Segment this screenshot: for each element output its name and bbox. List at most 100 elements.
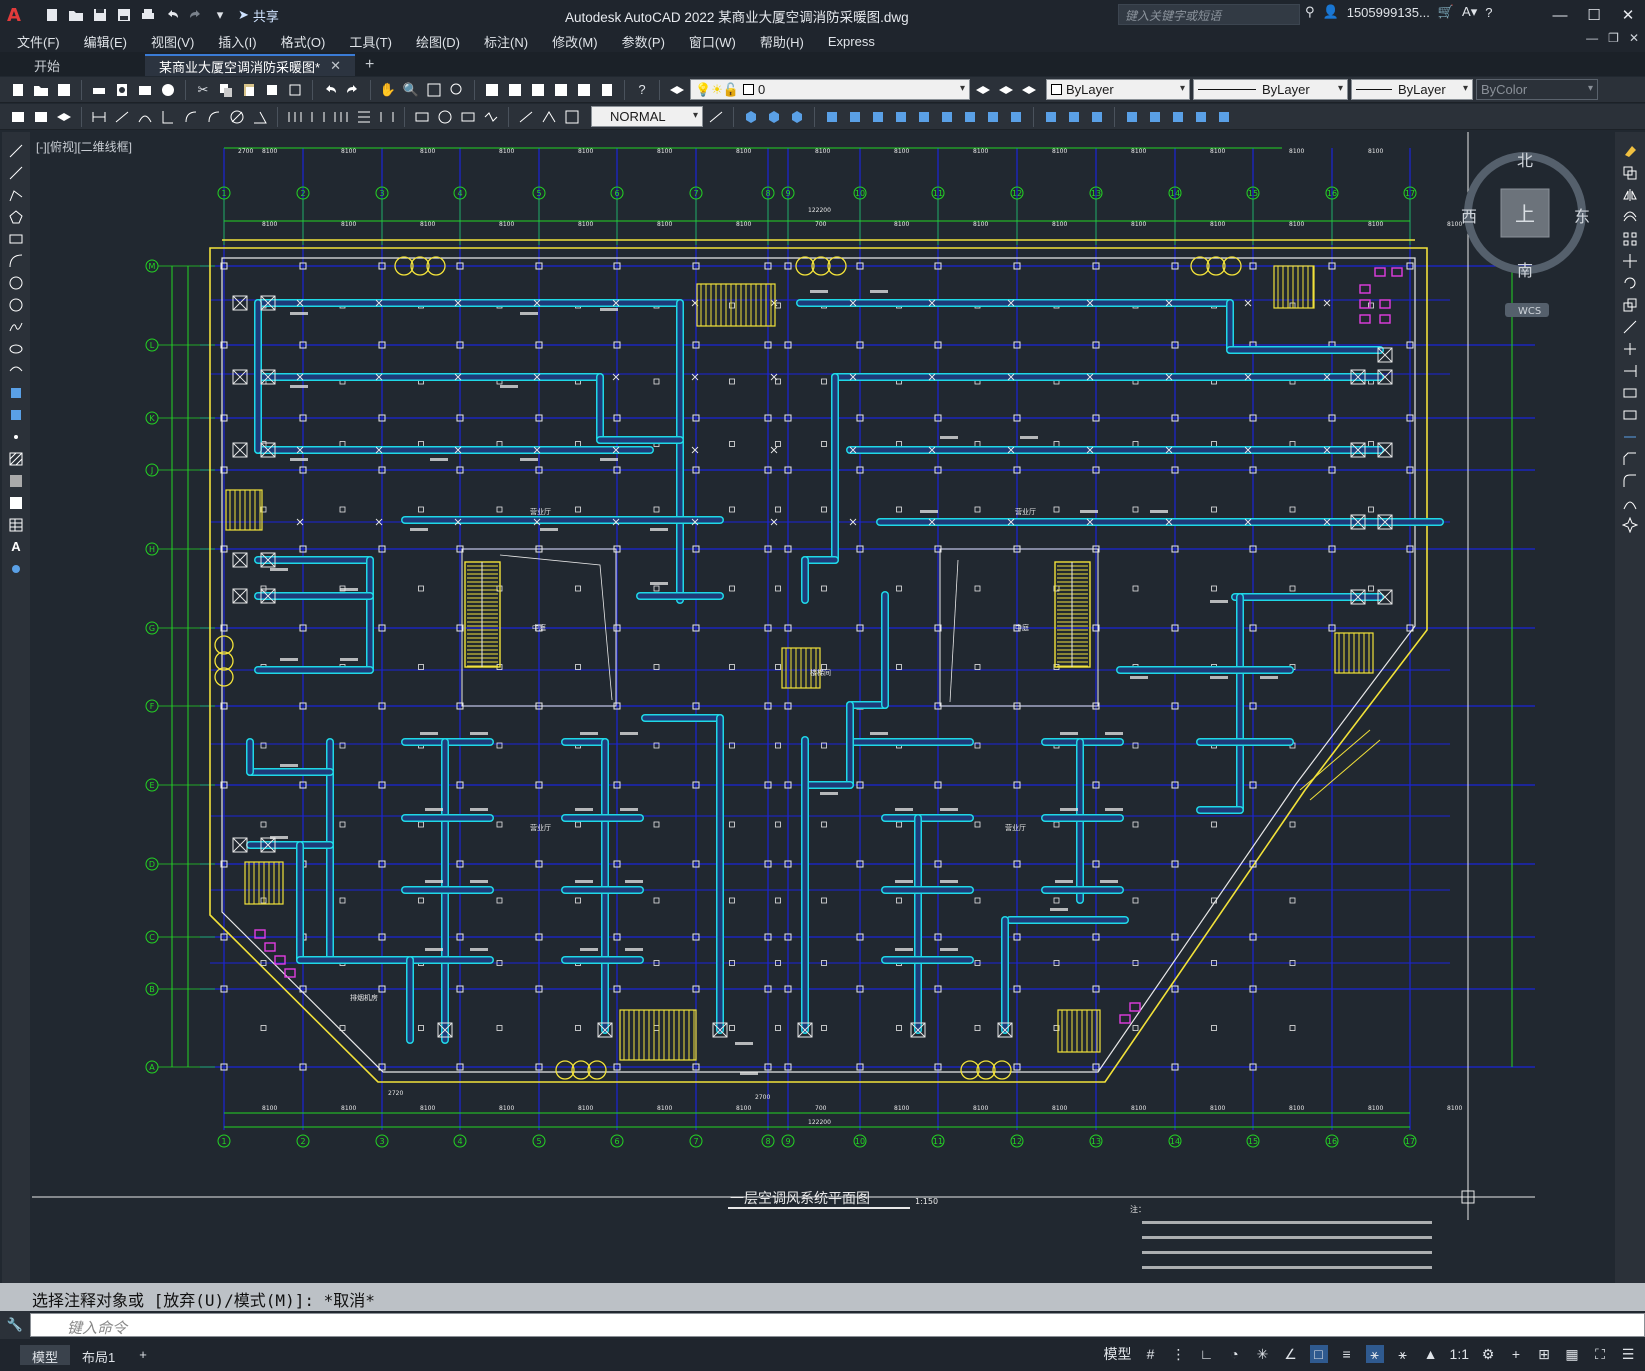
open-icon[interactable]: [66, 5, 86, 25]
model-space-label[interactable]: 模型: [1104, 1344, 1132, 1364]
viewport-controls-label[interactable]: [-][俯视][二维线框]: [36, 138, 132, 155]
doc-close-icon[interactable]: ✕: [1629, 31, 1639, 45]
save-icon[interactable]: [54, 80, 74, 100]
zoom-realtime-icon[interactable]: 🔍: [401, 80, 421, 100]
menu-insert[interactable]: 插入(I): [218, 32, 256, 51]
add-selected-icon[interactable]: [7, 560, 25, 577]
layer-properties-icon[interactable]: [667, 80, 687, 100]
copy-icon[interactable]: [216, 80, 236, 100]
menu-edit[interactable]: 编辑(E): [84, 32, 127, 51]
ortho-icon[interactable]: ∟: [1198, 1345, 1216, 1363]
save-icon[interactable]: [90, 5, 110, 25]
spline-icon[interactable]: [7, 318, 25, 335]
radius-dim-icon[interactable]: [181, 107, 201, 127]
color-dropdown[interactable]: ByLayer ▾: [1046, 79, 1190, 100]
taper-faces-icon[interactable]: [1168, 107, 1188, 127]
box-icon[interactable]: [741, 107, 761, 127]
gear-icon[interactable]: ⚙: [1479, 1345, 1497, 1363]
properties-icon[interactable]: [482, 80, 502, 100]
grid-icon[interactable]: #: [1142, 1345, 1160, 1363]
jogged-linear-icon[interactable]: [481, 107, 501, 127]
annotation-visibility-icon[interactable]: ⚹: [1365, 1345, 1384, 1363]
extract-edges-icon[interactable]: [1122, 107, 1142, 127]
mirror-icon[interactable]: [1621, 186, 1639, 203]
undo-icon[interactable]: [320, 80, 340, 100]
imprint-icon[interactable]: [983, 107, 1003, 127]
chamfer-icon[interactable]: [1621, 450, 1639, 467]
menu-express[interactable]: Express: [828, 34, 875, 49]
slice-icon[interactable]: [937, 107, 957, 127]
menu-tools[interactable]: 工具(T): [349, 32, 392, 51]
layer-previous-icon[interactable]: [996, 80, 1016, 100]
user-name[interactable]: 1505999135...: [1347, 5, 1430, 20]
region-icon[interactable]: [7, 494, 25, 511]
make-current-icon[interactable]: [973, 80, 993, 100]
layer-iso-icon[interactable]: [54, 107, 74, 127]
annotation-scale-icon[interactable]: ▲: [1422, 1345, 1440, 1363]
aligned-dim-icon[interactable]: [112, 107, 132, 127]
linetype-dropdown[interactable]: ByLayer ▾: [1193, 79, 1348, 100]
qat-dropdown-icon[interactable]: ▾: [210, 5, 230, 25]
blend-curves-icon[interactable]: [1621, 494, 1639, 511]
color-faces-icon[interactable]: [1214, 107, 1234, 127]
dim-space-icon[interactable]: [354, 107, 374, 127]
command-input[interactable]: 键入命令: [30, 1313, 1645, 1337]
drawing-canvas[interactable]: 2700 8100 8100 8100 8100 8100 8100 8100 8100 8100…: [32, 132, 1613, 1282]
circle-icon[interactable]: [7, 274, 25, 291]
shell-icon[interactable]: [960, 107, 980, 127]
menu-format[interactable]: 格式(O): [281, 32, 326, 51]
autocad-logo[interactable]: A: [0, 0, 28, 30]
explode-icon[interactable]: [1621, 516, 1639, 533]
layout-icon[interactable]: [31, 107, 51, 127]
doc-restore-icon[interactable]: ❐: [1608, 31, 1619, 45]
dim-edit-icon[interactable]: [516, 107, 536, 127]
array-icon[interactable]: [1621, 230, 1639, 247]
3d-print-icon[interactable]: [158, 80, 178, 100]
clean-icon[interactable]: [1006, 107, 1026, 127]
lineweight-dropdown[interactable]: ByLayer ▾: [1351, 79, 1473, 100]
solid-check-icon[interactable]: [1064, 107, 1084, 127]
annotation-scale-value[interactable]: 1:1: [1450, 1346, 1469, 1362]
user-icon[interactable]: 👤: [1323, 4, 1339, 20]
rotate-icon[interactable]: [1621, 274, 1639, 291]
move-3d-icon[interactable]: [868, 107, 888, 127]
customization-icon[interactable]: ☰: [1619, 1345, 1637, 1363]
dim-style-icon[interactable]: [706, 107, 726, 127]
ordinate-dim-icon[interactable]: [158, 107, 178, 127]
plot-preview-icon[interactable]: [112, 80, 132, 100]
continue-dim-icon[interactable]: [331, 107, 351, 127]
hatch-icon[interactable]: [7, 450, 25, 467]
help-icon[interactable]: ?: [632, 80, 652, 100]
markup-icon[interactable]: [574, 80, 594, 100]
search-input[interactable]: 键入关键字或短语: [1118, 4, 1300, 25]
construction-line-icon[interactable]: [7, 164, 25, 181]
quick-dim-icon[interactable]: [285, 107, 305, 127]
menu-file[interactable]: 文件(F): [17, 32, 60, 51]
auto-scale-icon[interactable]: ⚹: [1394, 1345, 1412, 1363]
pan-icon[interactable]: ✋: [378, 80, 398, 100]
isodraft-icon[interactable]: ✳: [1254, 1345, 1272, 1363]
search-icon[interactable]: ⚲: [1305, 4, 1315, 20]
dim-text-edit-icon[interactable]: [539, 107, 559, 127]
dim-break-icon[interactable]: [377, 107, 397, 127]
diameter-dim-icon[interactable]: [227, 107, 247, 127]
dim-update-icon[interactable]: [562, 107, 582, 127]
gradient-icon[interactable]: [7, 472, 25, 489]
menu-window[interactable]: 窗口(W): [689, 32, 736, 51]
linear-dim-icon[interactable]: [89, 107, 109, 127]
revcloud-icon[interactable]: [7, 296, 25, 313]
trim-icon[interactable]: [1621, 340, 1639, 357]
polar-icon[interactable]: ◔: [1226, 1345, 1244, 1363]
center-mark-icon[interactable]: [435, 107, 455, 127]
save-as-icon[interactable]: [114, 5, 134, 25]
polyline-icon[interactable]: [7, 186, 25, 203]
new-icon[interactable]: [8, 80, 28, 100]
ellipse-icon[interactable]: [7, 340, 25, 357]
autodesk-account-icon[interactable]: A▾: [1462, 4, 1477, 20]
copy-object-icon[interactable]: [1621, 164, 1639, 181]
fillet-icon[interactable]: [1621, 472, 1639, 489]
cart-icon[interactable]: 🛒: [1438, 4, 1454, 20]
sheet-set-icon[interactable]: [551, 80, 571, 100]
snap-icon[interactable]: ⋮: [1170, 1345, 1188, 1363]
menu-help[interactable]: 帮助(H): [760, 32, 804, 51]
